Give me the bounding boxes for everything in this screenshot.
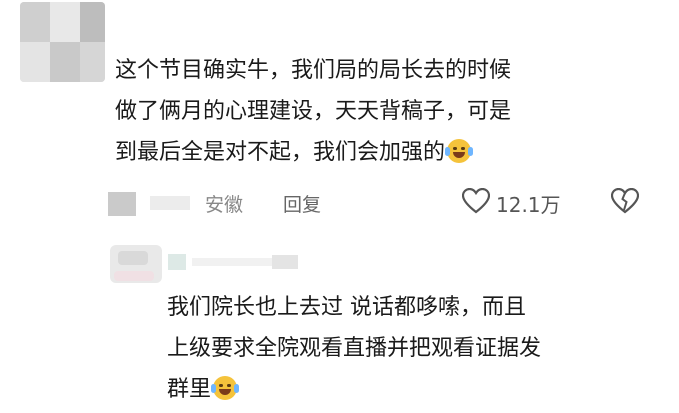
username-redacted — [108, 192, 136, 216]
reply-button[interactable]: 回复 — [283, 190, 321, 217]
username-redacted — [150, 196, 190, 210]
broken-heart-icon[interactable] — [610, 187, 640, 218]
comment-line: 做了俩月的心理建设，天天背稿子，可是 — [115, 99, 512, 124]
username-redacted — [168, 254, 186, 270]
username-redacted — [192, 258, 272, 266]
comment-line-wrap: 到最后全是对不起，我们会加强的 — [115, 132, 474, 173]
laughing-tears-emoji-icon — [211, 376, 240, 400]
username-redacted — [272, 255, 298, 269]
comment-line: 群里 — [167, 377, 212, 402]
laughing-tears-emoji-icon — [445, 139, 474, 163]
comment-line: 这个节目确实牛，我们局的局长去的时候 — [115, 58, 512, 83]
comment-line: 上级要求全院观看直播并把观看证据发 — [167, 336, 542, 361]
like-button[interactable]: 12.1万 — [461, 187, 561, 219]
like-count: 12.1万 — [496, 193, 561, 217]
avatar[interactable] — [110, 245, 162, 283]
comment-line: 我们院长也上去过 说话都哆嗦，而且 — [167, 295, 526, 320]
comment-line: 到最后全是对不起，我们会加强的 — [115, 140, 446, 165]
location-label: 安徽 — [205, 194, 244, 216]
heart-icon — [461, 187, 491, 219]
comment-line-wrap: 群里 — [167, 369, 240, 410]
avatar[interactable] — [20, 2, 105, 82]
